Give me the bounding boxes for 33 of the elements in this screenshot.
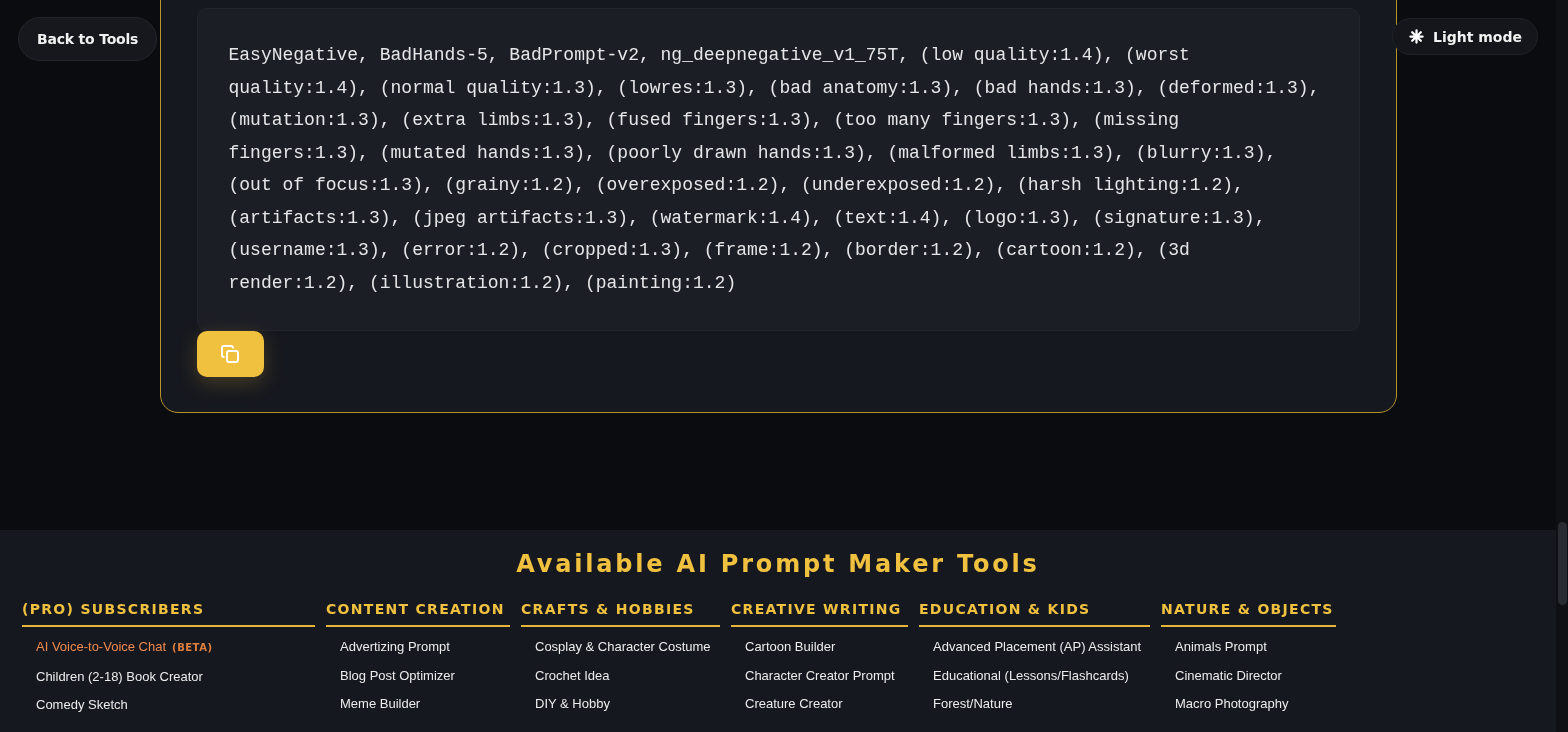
- footer-title: Available AI Prompt Maker Tools: [515, 550, 1041, 578]
- tool-link[interactable]: DIY & Hobby: [535, 690, 610, 719]
- scrollbar-thumb[interactable]: [1558, 522, 1567, 605]
- category-heading: NATURE & OBJECTS: [1161, 600, 1336, 627]
- category-heading: CRAFTS & HOBBIES: [521, 600, 720, 627]
- category-heading: CONTENT CREATION: [326, 600, 510, 627]
- tool-link[interactable]: AI Voice-to-Voice Chat (BETA): [36, 633, 213, 663]
- copy-button[interactable]: [196, 331, 264, 377]
- sun-icon: [1409, 29, 1424, 44]
- tool-link[interactable]: Creature Creator: [745, 690, 843, 719]
- copy-icon: [218, 342, 242, 366]
- tool-link[interactable]: Cinematic Director: [1175, 661, 1282, 690]
- tool-link[interactable]: Children (2-18) Book Creator: [36, 662, 203, 691]
- tool-link[interactable]: Comedy Sketch: [36, 691, 128, 720]
- prompt-text: EasyNegative, BadHands-5, BadPrompt-v2, ng_deepnegative_v1_75T, (low quality:1.4), (worst quality:1.4), (normal quality:1.3), (lowres:1.3), (bad anatomy:1.3), (bad hands:1.3), (deformed:1.3), (mutation:1.3), (extra limbs:1.3), (fused fingers:1.3), (too many fingers:1.3), (missing fingers:1.3), (mutated hands:1.3), (poorly drawn hands:1.3), (malformed limbs:1.3), (blurry:1.3), (out of focus:1.3), (grainy:1.2), (overexposed:1.2), (underexposed:1.2), (harsh lighting:1.2), (artifacts:1.3), (jpeg artifacts:1.3), (watermark:1.4), (text:1.4), (logo:1.3), (signature:1.3), (username:1.3), (error:1.2), (cropped:1.3), (frame:1.2), (border:1.2), (cartoon:1.2), (3d render:1.2), (illustration:1.2), (painting:1.2): [196, 8, 1360, 331]
- light-mode-button[interactable]: Light mode: [1392, 18, 1538, 55]
- beta-label: (BETA): [172, 642, 213, 653]
- category-heading: EDUCATION & KIDS: [919, 600, 1150, 627]
- tool-link[interactable]: Macro Photography: [1175, 690, 1289, 719]
- tool-link[interactable]: Character Creator Prompt: [745, 661, 895, 690]
- category-heading: (PRO) SUBSCRIBERS: [22, 600, 315, 627]
- tool-link[interactable]: Cartoon Builder: [745, 633, 836, 662]
- tool-link[interactable]: Crochet Idea: [535, 661, 610, 690]
- tool-link[interactable]: Forest/Nature: [933, 690, 1013, 719]
- tool-link[interactable]: Educational (Lessons/Flashcards): [933, 661, 1129, 690]
- tool-link[interactable]: Blog Post Optimizer: [340, 661, 455, 690]
- tool-link[interactable]: Cosplay & Character Costume: [535, 633, 711, 662]
- back-button[interactable]: Back to Tools: [18, 17, 158, 61]
- tool-link[interactable]: Animals Prompt: [1175, 633, 1267, 662]
- category-heading: CREATIVE WRITING: [731, 600, 908, 627]
- tool-link[interactable]: Advertizing Prompt: [340, 633, 450, 662]
- tool-link[interactable]: Advanced Placement (AP) Assistant: [933, 633, 1142, 662]
- tool-link[interactable]: Meme Builder: [340, 690, 421, 719]
